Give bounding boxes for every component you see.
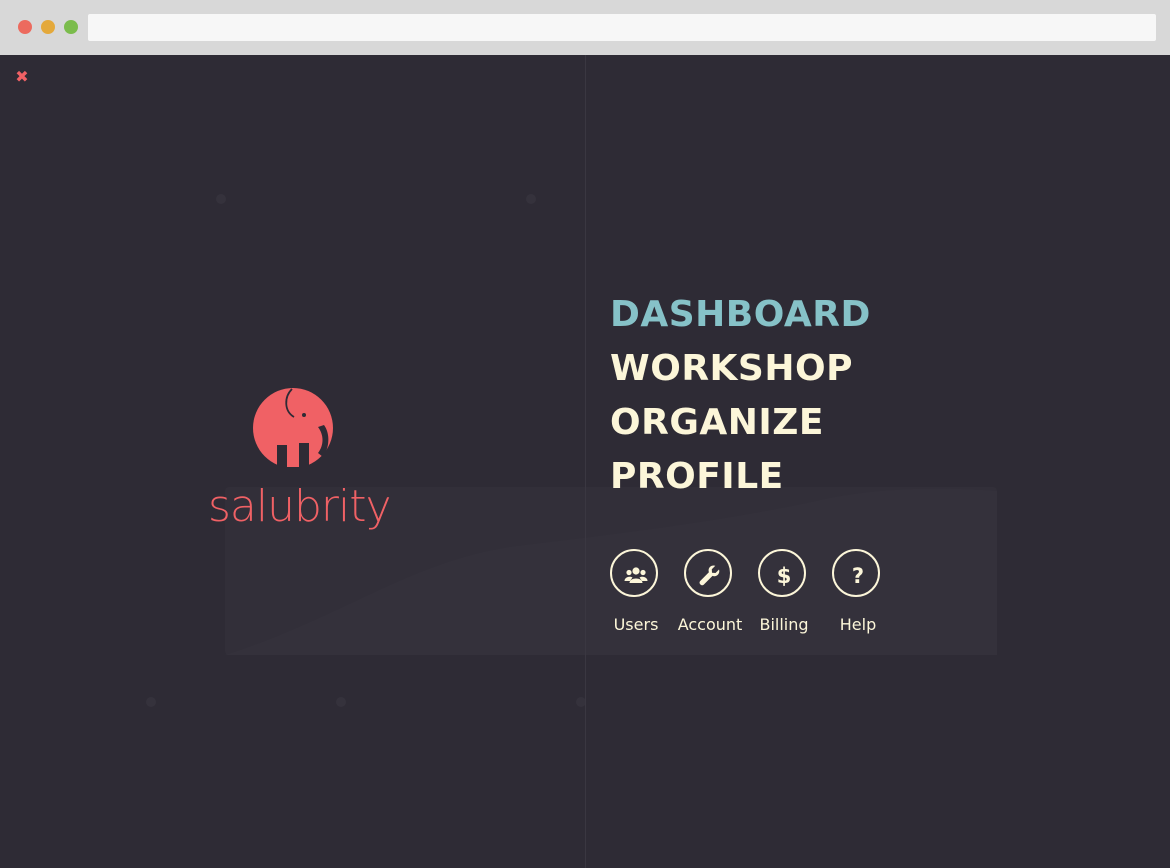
svg-text:?: ? — [852, 564, 864, 587]
browser-chrome — [0, 0, 1170, 55]
address-bar[interactable] — [88, 14, 1156, 41]
svg-text:$: $ — [777, 564, 792, 587]
background-dot — [526, 194, 536, 204]
brand-name: salubrity — [208, 481, 392, 532]
wrench-icon — [699, 565, 720, 586]
nav-item-dashboard[interactable]: DASHBOARD — [610, 288, 871, 342]
minimize-window-button[interactable] — [41, 20, 55, 34]
brand-logo: salubrity — [200, 385, 392, 535]
nav-item-organize[interactable]: ORGANIZE — [610, 396, 871, 450]
dollar-icon: $ — [777, 564, 792, 587]
elephant-icon — [253, 388, 333, 467]
background-dot — [216, 194, 226, 204]
users-icon-circle — [610, 549, 658, 597]
nav-item-workshop[interactable]: WORKSHOP — [610, 342, 871, 396]
close-icon: ✖ — [15, 67, 29, 86]
close-menu-button[interactable]: ✖ — [14, 69, 30, 85]
account-icon-circle — [684, 549, 732, 597]
billing-icon-circle: $ — [758, 549, 806, 597]
help-label: Help — [839, 615, 877, 634]
question-icon: ? — [852, 564, 864, 587]
close-window-button[interactable] — [18, 20, 32, 34]
nav-item-profile[interactable]: PROFILE — [610, 450, 871, 504]
vertical-divider — [585, 55, 586, 868]
maximize-window-button[interactable] — [64, 20, 78, 34]
background-dot — [146, 697, 156, 707]
main-nav: DASHBOARD WORKSHOP ORGANIZE PROFILE — [610, 288, 871, 504]
background-dot — [336, 697, 346, 707]
users-icon — [624, 567, 648, 583]
menu-overlay: ✖ salubrity DASHBOARD WORKSHOP ORGANIZE … — [0, 55, 1170, 868]
help-icon-circle: ? — [832, 549, 880, 597]
